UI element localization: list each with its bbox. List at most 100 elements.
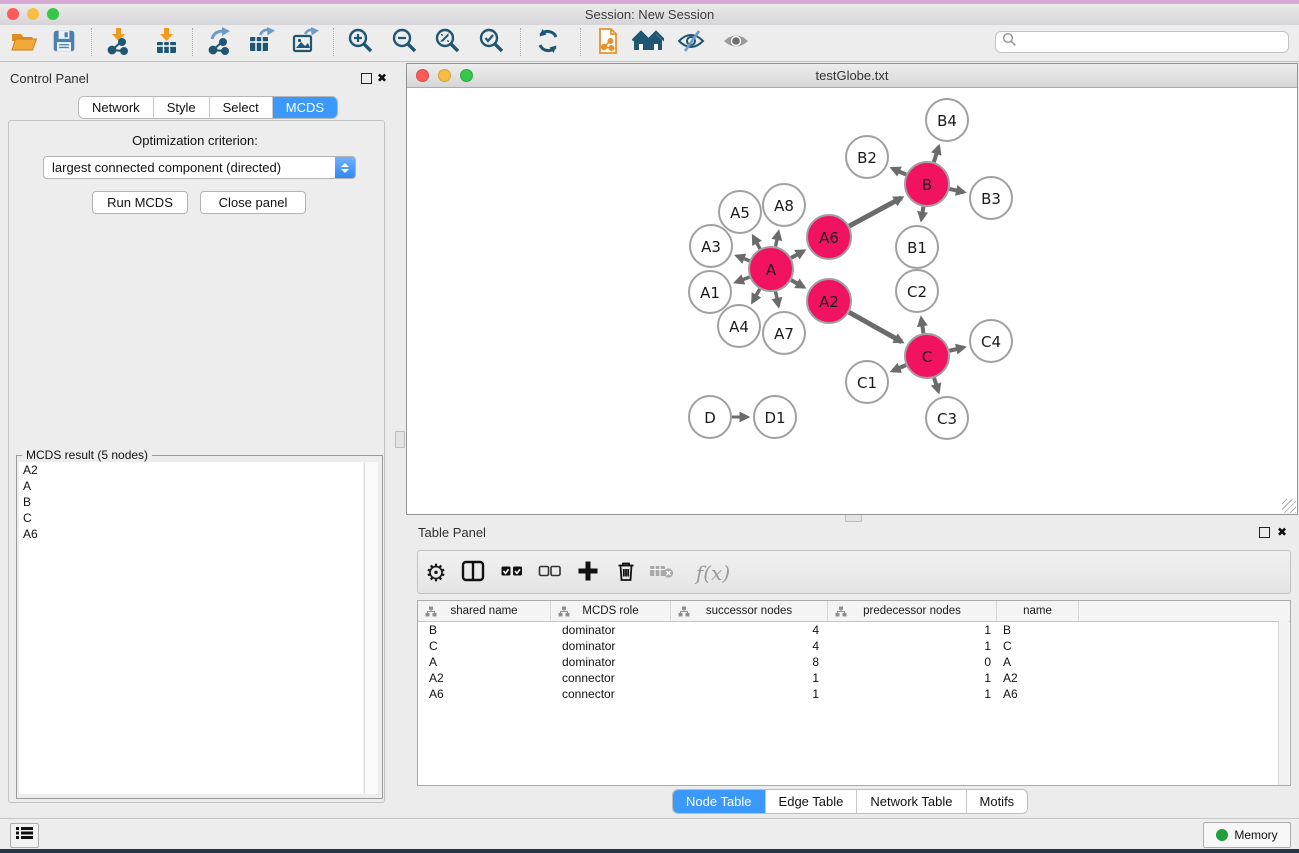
result-list-item[interactable]: A2 xyxy=(19,462,363,478)
tab-network[interactable]: Network xyxy=(79,97,154,118)
import-network-button[interactable] xyxy=(100,27,136,59)
hide-graphics-details-button[interactable] xyxy=(673,27,709,59)
graph-node-D1[interactable]: D1 xyxy=(754,396,796,438)
column-header-mcds-role[interactable]: MCDS role xyxy=(551,601,671,621)
network-canvas[interactable]: B4B2BB3A8A5A6A3B1AA1C2A2A4A7C4CC1C3DD1 xyxy=(407,88,1297,514)
graph-edge-A2-C[interactable] xyxy=(849,312,902,342)
graph-node-C3[interactable]: C3 xyxy=(926,397,968,439)
zoom-fit-button[interactable] xyxy=(430,27,466,59)
graph-node-A3[interactable]: A3 xyxy=(690,225,732,267)
search-field[interactable] xyxy=(995,31,1289,53)
minimize-window-button[interactable] xyxy=(27,8,39,20)
graph-node-A5[interactable]: A5 xyxy=(719,191,761,233)
graph-edge-B-B1[interactable] xyxy=(921,207,923,220)
deselect-all-button[interactable] xyxy=(533,558,567,588)
table-settings-button[interactable]: ⚙ xyxy=(419,558,453,588)
criterion-dropdown[interactable]: largest connected component (directed) xyxy=(43,156,356,179)
zoom-window-button[interactable] xyxy=(47,8,59,20)
export-table-button[interactable] xyxy=(243,27,279,59)
table-row[interactable]: Adominator80A xyxy=(418,654,1290,670)
graph-edge-B-B3[interactable] xyxy=(949,189,963,192)
close-table-panel-icon[interactable]: ✖ xyxy=(1277,527,1288,538)
graph-node-A2[interactable]: A2 xyxy=(807,279,851,323)
graph-edge-A-A5[interactable] xyxy=(753,237,760,249)
close-panel-icon[interactable]: ✖ xyxy=(377,73,388,84)
graph-edge-B-B4[interactable] xyxy=(934,147,939,162)
delete-table-button[interactable] xyxy=(645,558,679,588)
new-network-button[interactable] xyxy=(590,27,626,59)
column-header-successor-nodes[interactable]: successor nodes xyxy=(671,601,828,621)
close-window-button[interactable] xyxy=(7,8,19,20)
graph-node-C4[interactable]: C4 xyxy=(970,320,1012,362)
graph-edge-A-A1[interactable] xyxy=(736,277,749,282)
graph-edge-A-A6[interactable] xyxy=(791,251,803,258)
tab-node-table[interactable]: Node Table xyxy=(673,790,766,813)
tab-motifs[interactable]: Motifs xyxy=(967,790,1028,813)
graph-edge-B-B2[interactable] xyxy=(893,168,906,174)
table-row[interactable]: A6connector11A6 xyxy=(418,686,1290,702)
apply-layout-button[interactable] xyxy=(530,27,566,59)
search-input[interactable] xyxy=(1017,34,1271,50)
graph-node-C1[interactable]: C1 xyxy=(846,361,888,403)
graph-node-D[interactable]: D xyxy=(689,396,731,438)
float-panel-icon[interactable] xyxy=(361,73,372,84)
vertical-splitter-handle[interactable] xyxy=(395,431,405,448)
table-row[interactable]: Cdominator41C xyxy=(418,638,1290,654)
column-header-name[interactable]: name xyxy=(997,601,1079,621)
save-session-button[interactable] xyxy=(46,27,82,59)
close-network-window-button[interactable] xyxy=(416,69,429,82)
result-list-item[interactable]: A xyxy=(19,478,363,494)
result-list-item[interactable]: C xyxy=(19,510,363,526)
graph-node-A8[interactable]: A8 xyxy=(763,184,805,226)
minimize-network-window-button[interactable] xyxy=(438,69,451,82)
table-row[interactable]: Bdominator41B xyxy=(418,622,1290,638)
graph-node-A7[interactable]: A7 xyxy=(763,312,805,354)
export-image-button[interactable] xyxy=(287,27,323,59)
graph-edge-A-A8[interactable] xyxy=(776,232,779,246)
tab-style[interactable]: Style xyxy=(154,97,210,118)
zoom-selected-button[interactable] xyxy=(474,27,510,59)
graph-edge-A-A3[interactable] xyxy=(737,256,749,261)
zoom-network-window-button[interactable] xyxy=(460,69,473,82)
graph-edge-C-C4[interactable] xyxy=(949,347,963,350)
graph-edge-A-A7[interactable] xyxy=(776,292,779,306)
graph-node-C2[interactable]: C2 xyxy=(896,270,938,312)
select-all-button[interactable] xyxy=(495,558,529,588)
export-network-button[interactable] xyxy=(201,27,237,59)
close-panel-button[interactable]: Close panel xyxy=(200,191,306,214)
tab-mcds[interactable]: MCDS xyxy=(273,97,337,118)
graph-node-B3[interactable]: B3 xyxy=(970,177,1012,219)
graph-node-A[interactable]: A xyxy=(749,247,793,291)
run-mcds-button[interactable]: Run MCDS xyxy=(92,191,188,214)
function-builder-button[interactable]: f(x) xyxy=(690,558,736,588)
graph-edge-A-A4[interactable] xyxy=(753,289,760,302)
graph-edge-C-C3[interactable] xyxy=(934,378,938,391)
result-list-item[interactable]: A6 xyxy=(19,526,363,542)
home-button[interactable] xyxy=(630,27,666,59)
graph-node-A1[interactable]: A1 xyxy=(689,271,731,313)
import-table-button[interactable] xyxy=(148,27,184,59)
graph-edge-C-C1[interactable] xyxy=(893,365,906,371)
tab-network-table[interactable]: Network Table xyxy=(857,790,966,813)
column-header-predecessor-nodes[interactable]: predecessor nodes xyxy=(828,601,997,621)
column-header-shared-name[interactable]: shared name xyxy=(418,601,551,621)
graph-node-B[interactable]: B xyxy=(905,162,949,206)
task-history-button[interactable] xyxy=(10,823,39,848)
show-columns-button[interactable] xyxy=(456,558,490,588)
zoom-in-button[interactable] xyxy=(343,27,379,59)
graph-node-A4[interactable]: A4 xyxy=(718,305,760,347)
show-graphics-details-button[interactable] xyxy=(718,27,754,59)
window-resize-grip[interactable] xyxy=(1282,499,1296,513)
graph-edge-C-C2[interactable] xyxy=(921,319,923,334)
tab-select[interactable]: Select xyxy=(210,97,273,118)
graph-node-C[interactable]: C xyxy=(905,334,949,378)
memory-button[interactable]: Memory xyxy=(1203,822,1291,848)
result-list-item[interactable]: B xyxy=(19,494,363,510)
graph-node-B4[interactable]: B4 xyxy=(926,99,968,141)
table-scrollbar[interactable] xyxy=(1278,621,1289,785)
graph-node-A6[interactable]: A6 xyxy=(807,215,851,259)
graph-edge-A-A2[interactable] xyxy=(791,280,803,287)
delete-column-button[interactable] xyxy=(609,558,643,588)
result-scrollbar[interactable] xyxy=(364,462,378,794)
float-table-panel-icon[interactable] xyxy=(1259,527,1270,538)
